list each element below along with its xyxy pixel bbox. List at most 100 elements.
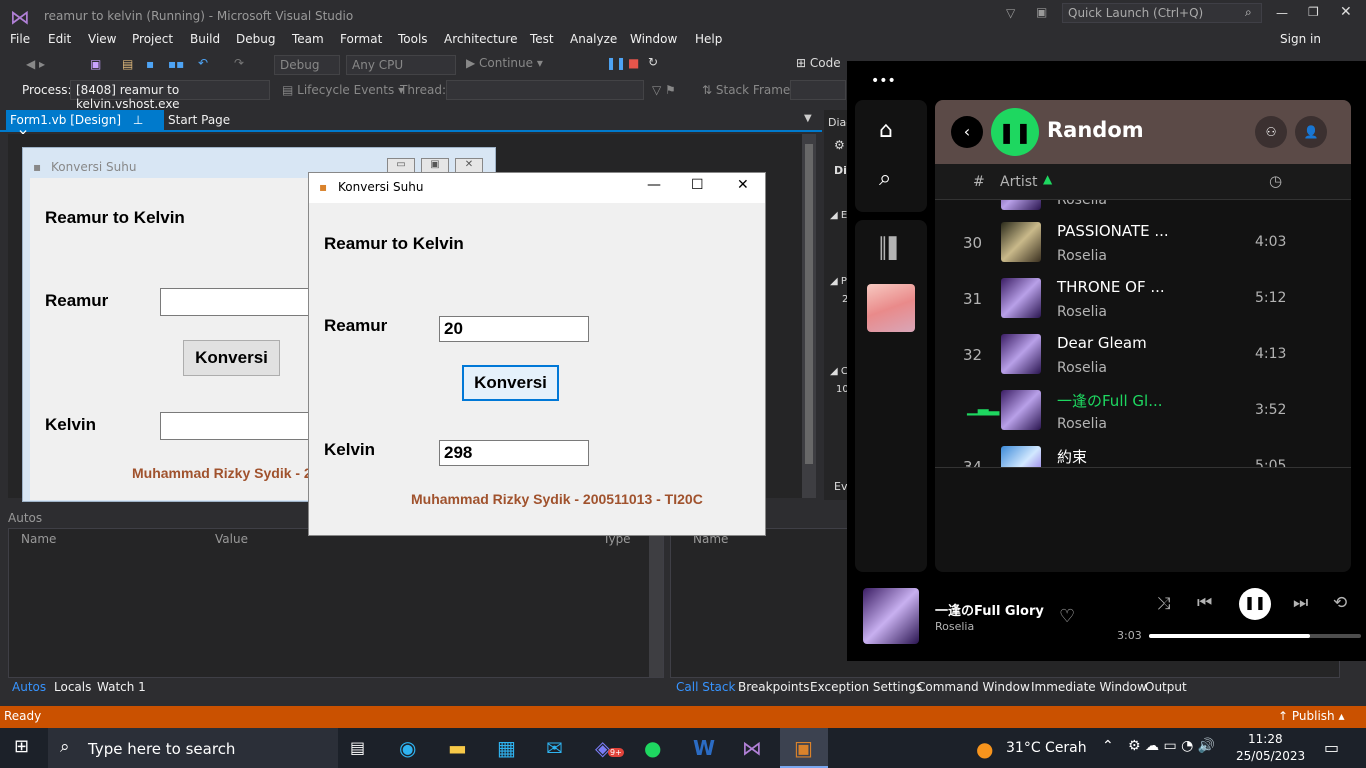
track-row[interactable]: 30 PASSIONATE ... Roselia 4:03 [935, 214, 1351, 270]
restore-icon[interactable]: ❐ [1308, 5, 1319, 19]
col-artist[interactable]: Artist [1000, 174, 1038, 190]
track-title[interactable]: Dear Gleam [1057, 334, 1147, 352]
designer-reamur-textbox[interactable] [160, 288, 320, 316]
konversi-button[interactable]: Konversi [462, 365, 559, 401]
restart-icon[interactable]: ↻ [648, 55, 658, 69]
redo-icon[interactable]: ↷ [234, 56, 244, 70]
sign-in-link[interactable]: Sign in [1280, 32, 1321, 46]
track-row[interactable]: 34 約束 5:05 [935, 438, 1351, 468]
windows-start-icon[interactable]: ⊞ [14, 736, 29, 757]
designer-konversi-button[interactable]: Konversi [183, 340, 280, 376]
autos-scrollbar[interactable] [649, 529, 663, 677]
code-map-button[interactable]: ⊞ Code [796, 56, 841, 70]
save-all-icon[interactable]: ▪▪ [168, 57, 184, 71]
continue-button[interactable]: ▶ Continue ▾ [466, 56, 543, 70]
menu-edit[interactable]: Edit [48, 32, 71, 46]
spotify-menu-icon[interactable]: ••• [871, 73, 896, 89]
sort-ascending-icon[interactable]: ▲ [1043, 172, 1052, 186]
weather-text[interactable]: 31°C Cerah [1006, 740, 1087, 756]
tab-form1-design[interactable]: Form1.vb [Design] ⊥ ✕ [6, 110, 164, 141]
now-playing-artist[interactable]: Roselia [935, 620, 974, 633]
reamur-input[interactable]: 20 [439, 316, 589, 342]
menu-debug[interactable]: Debug [236, 32, 275, 46]
close-icon[interactable]: ✕ [1340, 4, 1352, 20]
running-maximize-icon[interactable]: ☐ [691, 177, 704, 193]
menu-window[interactable]: Window [630, 32, 677, 46]
visual-studio-taskbar-icon[interactable]: ⋈ [742, 736, 762, 760]
quick-launch-input[interactable]: Quick Launch (Ctrl+Q) [1062, 3, 1262, 23]
tab-start-page[interactable]: Start Page [166, 110, 286, 131]
menu-help[interactable]: Help [695, 32, 722, 46]
menu-tools[interactable]: Tools [398, 32, 428, 46]
running-form-window[interactable]: ▪ Konversi Suhu — ☐ ✕ Reamur to Kelvin R… [308, 172, 766, 536]
process-memory-label[interactable]: ◢ P [830, 276, 847, 287]
menu-build[interactable]: Build [190, 32, 220, 46]
track-title[interactable]: THRONE OF ... [1057, 278, 1165, 296]
menu-project[interactable]: Project [132, 32, 173, 46]
tab-immediate-window[interactable]: Immediate Window [1031, 680, 1147, 694]
tab-watch1[interactable]: Watch 1 [97, 680, 146, 694]
clock-date[interactable]: 25/05/2023 [1236, 749, 1305, 763]
designer-vertical-scrollbar[interactable] [802, 134, 816, 498]
shuffle-icon[interactable]: ⤨ [1157, 594, 1171, 614]
progress-bar[interactable] [1149, 634, 1361, 638]
tab-call-stack[interactable]: Call Stack [676, 680, 735, 694]
track-title[interactable]: 一逢のFull Gl... [1057, 390, 1163, 411]
events-tab-label[interactable]: Ev [834, 480, 847, 493]
track-title[interactable]: 約束 [1057, 446, 1087, 467]
autos-col-value[interactable]: Value [215, 532, 248, 546]
now-playing-title[interactable]: 一逢のFull Glory [935, 600, 1044, 619]
previous-icon[interactable]: ⏮ [1197, 593, 1212, 613]
spotify-taskbar-icon[interactable]: ● [644, 736, 661, 760]
track-row-playing[interactable]: ▁▃▂ 一逢のFull Gl... Roselia 3:52 [935, 382, 1351, 438]
settings-icon[interactable]: ⚙ [834, 138, 845, 152]
flag-icon[interactable]: ▽ ⚑ [652, 83, 676, 97]
thread-select[interactable] [446, 80, 644, 100]
library-icon[interactable]: ║▌ [877, 236, 904, 260]
feedback-icon[interactable]: ▣ [1036, 5, 1047, 19]
tab-breakpoints[interactable]: Breakpoints [738, 680, 809, 694]
track-artist[interactable]: Roselia [1057, 416, 1107, 432]
tab-dropdown-icon[interactable]: ▼ [804, 113, 812, 124]
chat-app-icon[interactable]: ◈ [595, 736, 610, 760]
taskbar-search[interactable]: ⌕ Type here to search [48, 728, 338, 768]
menu-format[interactable]: Format [340, 32, 382, 46]
tab-locals[interactable]: Locals [54, 680, 91, 694]
designer-kelvin-textbox[interactable] [160, 412, 320, 440]
tray-chevron-icon[interactable]: ⌃ [1102, 738, 1114, 754]
lifecycle-events-button[interactable]: ▤ Lifecycle Events ▾ [282, 83, 404, 97]
track-title[interactable]: PASSIONATE ... [1057, 222, 1169, 240]
track-artist[interactable]: Roselia [1057, 248, 1107, 264]
tray-icons[interactable]: ⚙ ☁ ▭ ◔ 🔊 [1128, 738, 1215, 754]
track-artist[interactable]: Roselia [1057, 360, 1107, 376]
task-view-icon[interactable]: ▤ [350, 738, 365, 757]
tab-command-window[interactable]: Command Window [917, 680, 1030, 694]
play-pause-icon[interactable]: ❚❚ [991, 108, 1039, 156]
minimize-icon[interactable]: — [1276, 6, 1288, 20]
kelvin-output[interactable]: 298 [439, 440, 589, 466]
back-icon[interactable]: ‹ [951, 116, 983, 148]
configuration-select[interactable]: Debug [274, 55, 340, 75]
word-icon[interactable]: W [693, 736, 715, 760]
notification-center-icon[interactable]: ▭ [1324, 738, 1339, 757]
stop-icon[interactable]: ■ [628, 56, 639, 70]
menu-test[interactable]: Test [530, 32, 554, 46]
pin-icon[interactable]: ⊥ [133, 113, 143, 127]
stack-frame-select[interactable] [790, 80, 846, 100]
menu-team[interactable]: Team [292, 32, 324, 46]
player-pause-icon[interactable]: ❚❚ [1239, 588, 1271, 620]
running-close-icon[interactable]: ✕ [737, 177, 749, 193]
menu-file[interactable]: File [10, 32, 30, 46]
platform-select[interactable]: Any CPU [346, 55, 456, 75]
menu-view[interactable]: View [88, 32, 116, 46]
autos-col-name[interactable]: Name [21, 532, 56, 546]
cpu-expand-label[interactable]: ◢ C [830, 366, 848, 377]
open-folder-icon[interactable]: ▤ [122, 57, 133, 71]
repeat-icon[interactable]: ⟲ [1333, 593, 1347, 613]
track-row[interactable]: 31 THRONE OF ... Roselia 5:12 [935, 270, 1351, 326]
edge-icon[interactable]: ◉ [399, 736, 416, 760]
now-playing-cover[interactable] [863, 588, 919, 644]
clock-time[interactable]: 11:28 [1248, 732, 1283, 746]
save-icon[interactable]: ▪ [146, 57, 154, 71]
store-icon[interactable]: ▦ [497, 736, 516, 760]
